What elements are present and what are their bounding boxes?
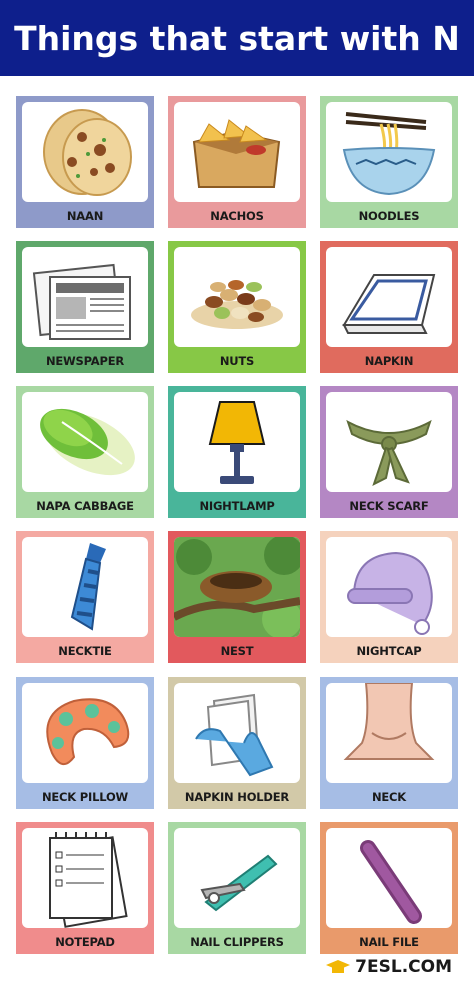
card-image [174,683,300,783]
card-label: NOTEPAD [55,935,115,949]
card-image [326,247,452,347]
card-notepad: NOTEPAD [16,822,154,954]
napkin-holder-icon [195,693,274,777]
card-label: NAIL FILE [359,935,419,949]
card-neck: NECK [320,677,458,809]
card-image [326,537,452,637]
scarf-icon [346,419,432,486]
card-neck-pillow: NECK PILLOW [16,677,154,809]
card-image [326,828,452,928]
card-label: NEST [220,644,254,658]
card-image [22,247,148,347]
card-grid: NAAN NACHOS NOODLES NEWSPAPER NUTS NAPKI… [0,0,474,987]
necktie-icon [70,543,106,631]
nest-icon [174,537,300,637]
card-label: NECK [371,790,407,804]
card-nightcap: NIGHTCAP [320,531,458,663]
card-label: NAPKIN [364,354,414,368]
neck-icon [343,683,435,760]
nuts-icon [191,280,283,329]
card-image [174,102,300,202]
graduation-cap-icon [326,960,351,973]
card-label: NACHOS [210,209,264,223]
card-napkin: NAPKIN [320,241,458,373]
nightcap-icon [347,551,433,635]
card-nail-file: NAIL FILE [320,822,458,954]
card-noodles: NOODLES [320,96,458,228]
card-image [22,392,148,492]
card-image [22,683,148,783]
card-image [22,102,148,202]
card-nail-clippers: NAIL CLIPPERS [168,822,306,954]
noodles-icon [342,112,436,196]
card-label: NAPA CABBAGE [36,499,134,513]
pillow-icon [46,698,130,765]
brand-logo: 7ESL.COM [325,957,452,977]
card-image [326,392,452,492]
lamp-icon [208,401,266,484]
card-napa-cabbage: NAPA CABBAGE [16,386,154,518]
card-image [174,537,300,637]
notepad-icon [49,832,128,928]
card-image [174,828,300,928]
card-label: NOODLES [358,209,420,223]
card-label: NECK PILLOW [41,790,129,804]
card-nightlamp: NIGHTLAMP [168,386,306,518]
card-naan: NAAN [16,96,154,228]
card-necktie: NECKTIE [16,531,154,663]
card-label: NECK SCARF [349,499,429,513]
card-label: NUTS [219,354,255,368]
card-nachos: NACHOS [168,96,306,228]
card-label: NIGHTCAP [356,644,422,658]
card-napkin-holder: NAPKIN HOLDER [168,677,306,809]
card-label: NIGHTLAMP [199,499,275,513]
nachos-icon [192,119,281,188]
card-nest: NEST [168,531,306,663]
card-image [326,102,452,202]
naan-icon [43,109,132,196]
card-neck-scarf: NECK SCARF [320,386,458,518]
card-label: NAPKIN HOLDER [184,790,290,804]
card-image [174,247,300,347]
newspaper-icon [32,263,131,340]
napkin-icon [342,274,436,334]
card-label: NECKTIE [58,644,112,658]
card-nuts: NUTS [168,241,306,373]
nail-file-icon [360,840,422,924]
card-label: NAIL CLIPPERS [190,935,284,949]
card-image [174,392,300,492]
brand-name: 7ESL.COM [355,957,452,977]
card-label: NEWSPAPER [45,354,125,368]
card-label: NAAN [66,209,104,223]
card-image [326,683,452,783]
card-newspaper: NEWSPAPER [16,241,154,373]
cabbage-icon [40,408,135,476]
card-image [22,537,148,637]
nail-clippers-icon [200,854,278,912]
card-image [22,828,148,928]
